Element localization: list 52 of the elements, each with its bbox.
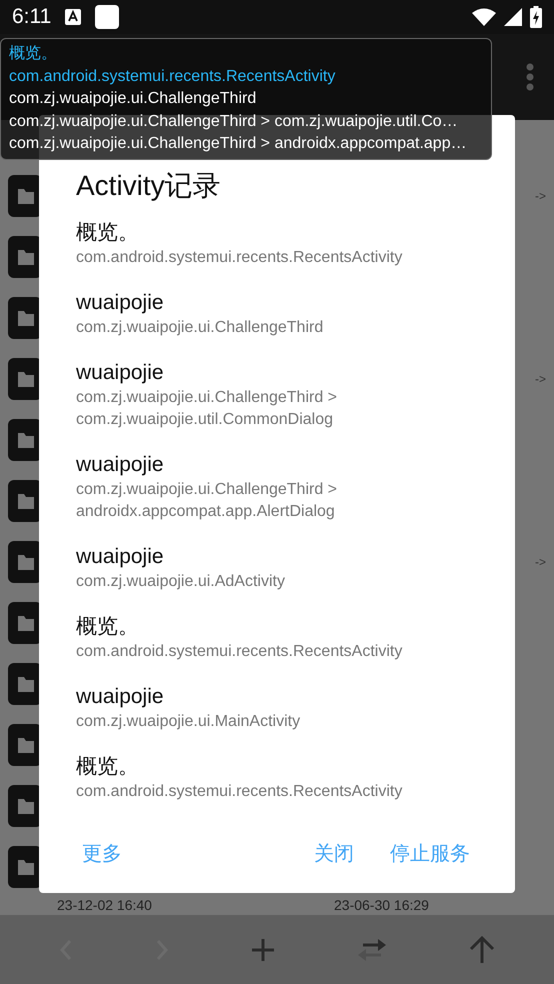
keyboard-notification-icon bbox=[65, 9, 82, 25]
battery-icon bbox=[530, 6, 542, 28]
item-title: 概览。 bbox=[76, 614, 140, 640]
notification-icon bbox=[95, 5, 120, 29]
item-title: 概览。 bbox=[76, 220, 140, 246]
activity-name: com.zj.wuaipojie.ui.ChallengeThird > androidx.appcompat.app.AlertDialog bbox=[76, 480, 338, 522]
more-icon[interactable] bbox=[526, 63, 534, 91]
folder-icon bbox=[8, 846, 42, 888]
log-line: com.android.systemui.recents.RecentsActivity bbox=[9, 66, 336, 87]
activity-name: com.android.systemui.recents.RecentsActivity bbox=[76, 642, 404, 662]
arrow-label: -> bbox=[534, 188, 546, 202]
folder-icon bbox=[8, 724, 42, 766]
folder-icon bbox=[8, 236, 42, 278]
activity-name: com.android.systemui.recents.RecentsActivity bbox=[76, 782, 404, 802]
activity-name: com.zj.wuaipojie.ui.MainActivity bbox=[76, 712, 302, 732]
up-icon bbox=[469, 936, 495, 964]
activity-name: com.zj.wuaipojie.ui.ChallengeThird > com.zj.wuaipojie.util.CommonDialog bbox=[76, 388, 338, 430]
add-icon bbox=[251, 938, 275, 962]
signal-icon bbox=[504, 8, 522, 26]
file-date: 23-12-02 16:40 bbox=[56, 897, 153, 913]
wifi-icon bbox=[472, 8, 496, 26]
dialog-button[interactable]: 更多 bbox=[74, 834, 130, 872]
dialog-button[interactable]: 停止服务 bbox=[382, 834, 478, 872]
folder-icon bbox=[8, 662, 42, 704]
activity-name: com.zj.wuaipojie.ui.AdActivity bbox=[76, 572, 286, 592]
clock: 6:11 bbox=[12, 5, 52, 29]
item-title: wuaipojie bbox=[76, 544, 165, 570]
dialog-title: Activity记录 bbox=[76, 169, 222, 203]
folder-icon bbox=[8, 296, 42, 338]
dialog-button[interactable]: 关闭 bbox=[306, 834, 362, 872]
log-line: 概览。 bbox=[9, 44, 58, 64]
folder-icon bbox=[8, 540, 42, 582]
log-line: com.zj.wuaipojie.ui.ChallengeThird > androidx.appcompat.app… bbox=[9, 134, 468, 154]
arrow-label: -> bbox=[534, 554, 546, 568]
log-line: com.zj.wuaipojie.ui.ChallengeThird bbox=[9, 89, 258, 110]
swap-icon bbox=[357, 938, 387, 962]
item-title: 概览。 bbox=[76, 754, 140, 780]
item-title: wuaipojie bbox=[76, 684, 165, 710]
folder-icon bbox=[8, 418, 42, 460]
item-title: wuaipojie bbox=[76, 452, 165, 478]
folder-icon bbox=[8, 480, 42, 522]
activity-name: com.zj.wuaipojie.ui.ChallengeThird bbox=[76, 318, 324, 338]
activity-name: com.android.systemui.recents.RecentsActivity bbox=[76, 248, 404, 268]
folder-icon bbox=[8, 602, 42, 644]
item-title: wuaipojie bbox=[76, 290, 165, 316]
arrow-label: -> bbox=[534, 372, 546, 386]
folder-icon bbox=[8, 358, 42, 400]
folder-icon bbox=[8, 174, 42, 216]
folder-icon bbox=[8, 784, 42, 826]
item-title: wuaipojie bbox=[76, 360, 165, 386]
file-date: 23-06-30 16:29 bbox=[333, 897, 430, 913]
log-line: com.zj.wuaipojie.ui.ChallengeThird > com.zj.wuaipojie.util.Co… bbox=[9, 112, 459, 132]
